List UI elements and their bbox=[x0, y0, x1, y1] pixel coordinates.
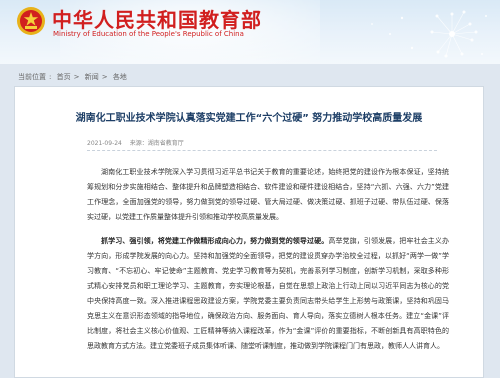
paragraph-lead: 抓学习、强引领，将党建工作做精形成向心力，努力做到党的领导过硬。 bbox=[101, 237, 329, 245]
breadcrumb-home-link[interactable]: 首页 bbox=[57, 73, 71, 81]
breadcrumb-news-link[interactable]: 新闻 bbox=[85, 73, 99, 81]
article-meta: 2021-09-24 来源：湖南省教育厅 bbox=[87, 138, 184, 147]
breadcrumb-local-link[interactable]: 各地 bbox=[113, 73, 127, 81]
site-header: 中华人民共和国教育部 Ministry of Education of the … bbox=[0, 0, 500, 64]
article-source: 来源：湖南省教育厅 bbox=[129, 140, 184, 147]
article-paragraph: 湖南化工职业技术学院深入学习贯彻习近平总书记关于教育的重要论述，始终把党的建设作… bbox=[87, 168, 449, 221]
national-emblem-icon bbox=[17, 7, 45, 35]
site-title-cn[interactable]: 中华人民共和国教育部 bbox=[52, 4, 262, 33]
breadcrumb-current-label: 当前位置 bbox=[18, 73, 46, 81]
site-title-en: Ministry of Education of the People's Re… bbox=[53, 30, 244, 38]
article-date: 2021-09-24 bbox=[87, 140, 122, 147]
article-title: 湖南化工职业技术学院认真落实党建工作“六个过硬” 努力推动学校高质量发展 bbox=[75, 113, 423, 124]
article-panel: 湖南化工职业技术学院认真落实党建工作“六个过硬” 努力推动学校高质量发展 202… bbox=[14, 86, 484, 378]
dandelion-decoration-icon bbox=[371, 10, 487, 58]
title-divider bbox=[87, 150, 437, 151]
breadcrumb: 当前位置: 首页 > 新闻 > 各地 bbox=[18, 73, 127, 81]
article-body: 湖南化工职业技术学院深入学习贯彻习近平总书记关于教育的重要论述，始终把党的建设作… bbox=[87, 165, 449, 363]
paragraph-text: 高举党旗，引领发展，把牢社会主义办学方向，形成学院发展的向心力。坚持和加强党的全… bbox=[87, 237, 450, 350]
article-paragraph: 抓学习、强引领，将党建工作做精形成向心力，努力做到党的领导过硬。高举党旗，引领发… bbox=[87, 234, 449, 354]
